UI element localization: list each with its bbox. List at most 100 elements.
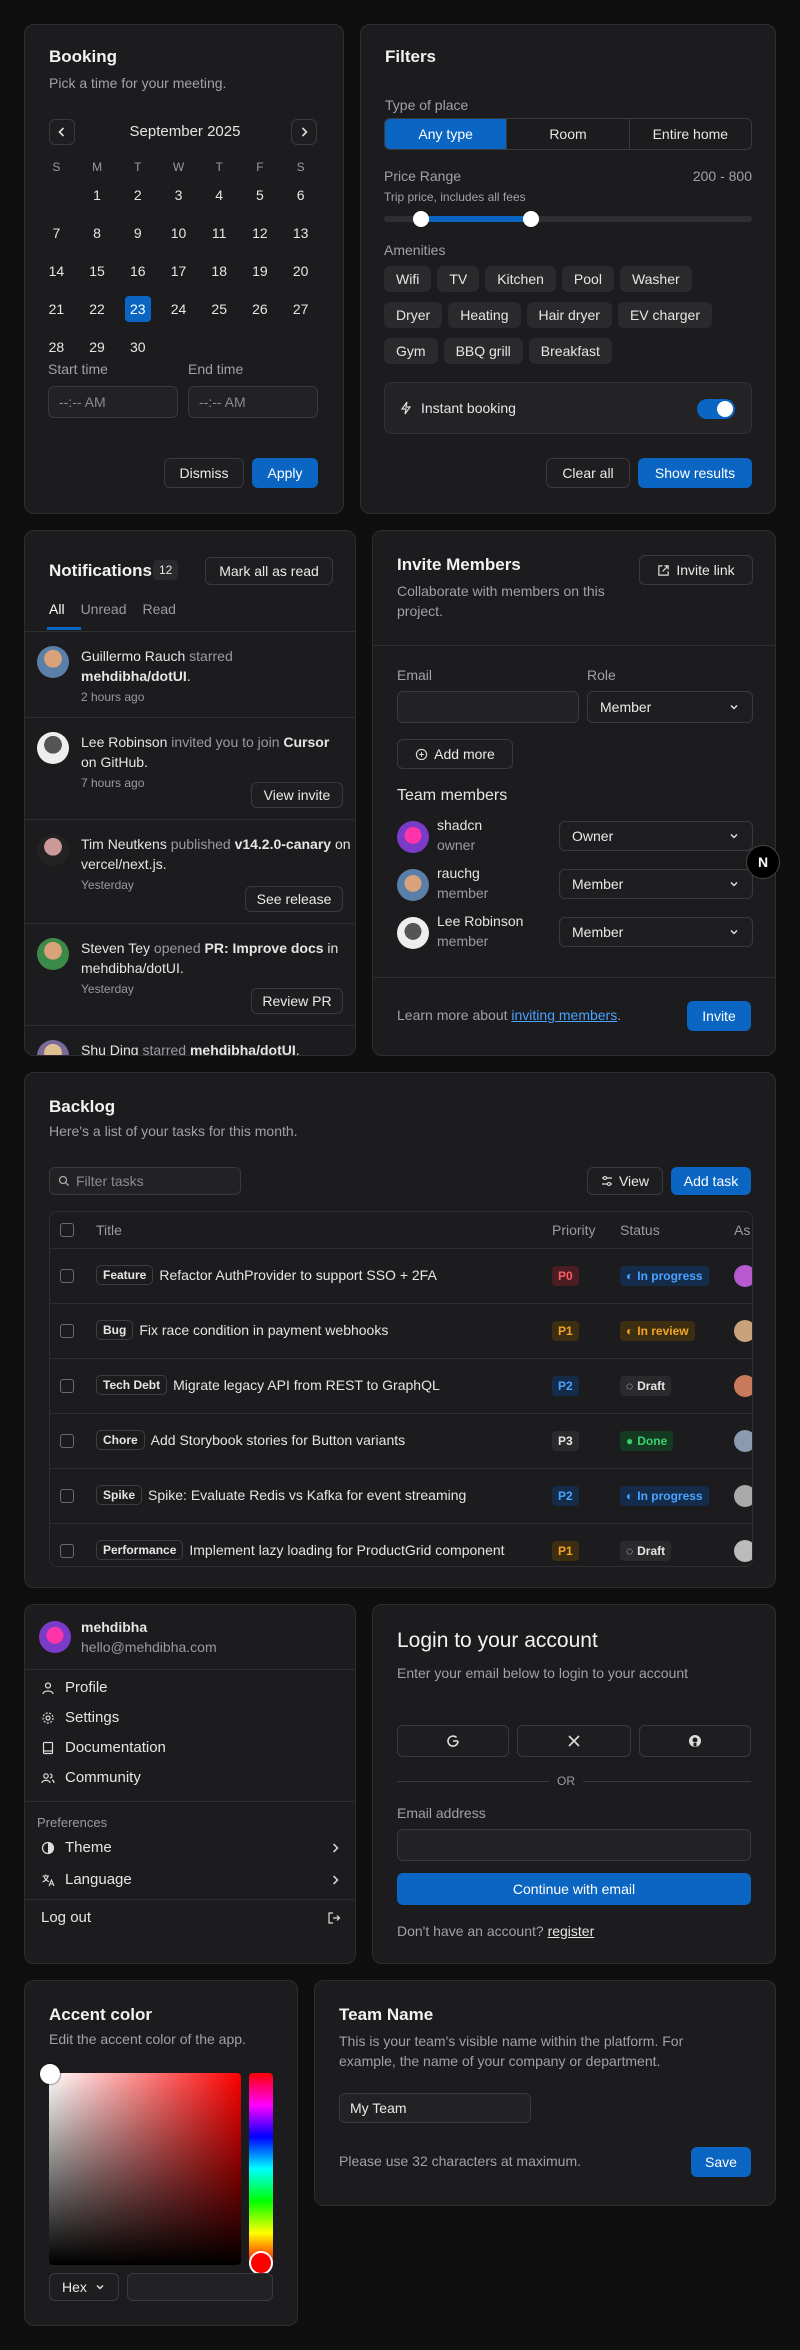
calendar-day-5[interactable]: 5 xyxy=(240,182,281,208)
continue-with-email-button[interactable]: Continue with email xyxy=(397,1873,751,1905)
start-time-input[interactable]: --:-- AM xyxy=(48,386,178,418)
amenity-chip-breakfast[interactable]: Breakfast xyxy=(528,338,612,364)
view-options-button[interactable]: View xyxy=(587,1167,663,1195)
login-email-input[interactable] xyxy=(397,1829,751,1861)
menu-profile[interactable]: Profile xyxy=(41,1679,108,1696)
amenity-chip-bbq-grill[interactable]: BBQ grill xyxy=(443,338,523,364)
calendar-day-18[interactable]: 18 xyxy=(199,258,240,284)
row-checkbox[interactable] xyxy=(60,1269,74,1283)
notification-item[interactable]: Guillermo Rauch starred mehdibha/dotUI. … xyxy=(25,631,355,717)
review-pr-button[interactable]: Review PR xyxy=(251,988,343,1014)
calendar-day-20[interactable]: 20 xyxy=(280,258,321,284)
member-role-select[interactable]: Owner xyxy=(559,821,753,851)
amenity-chip-kitchen[interactable]: Kitchen xyxy=(485,266,556,292)
calendar-day-13[interactable]: 13 xyxy=(280,220,321,246)
dismiss-button[interactable]: Dismiss xyxy=(164,458,244,488)
see-release-button[interactable]: See release xyxy=(245,886,343,912)
invite-email-input[interactable] xyxy=(397,691,579,723)
calendar-day-16[interactable]: 16 xyxy=(117,258,158,284)
calendar-day-28[interactable]: 28 xyxy=(36,334,77,360)
calendar-day-2[interactable]: 2 xyxy=(117,182,158,208)
select-all-checkbox[interactable] xyxy=(60,1223,74,1237)
member-role-select[interactable]: Member xyxy=(559,869,753,899)
menu-documentation[interactable]: Documentation xyxy=(41,1739,166,1756)
saturation-area[interactable] xyxy=(40,2064,241,2265)
row-checkbox[interactable] xyxy=(60,1489,74,1503)
type-option-room[interactable]: Room xyxy=(507,119,630,149)
amenity-chip-heating[interactable]: Heating xyxy=(448,302,521,328)
row-checkbox[interactable] xyxy=(60,1434,74,1448)
row-checkbox[interactable] xyxy=(60,1324,74,1338)
hue-handle[interactable] xyxy=(249,2251,273,2275)
instant-booking-toggle[interactable] xyxy=(697,399,735,419)
amenity-chip-washer[interactable]: Washer xyxy=(619,266,692,292)
table-row[interactable]: Chore Add Storybook stories for Button va… xyxy=(50,1413,752,1468)
amenity-chip-pool[interactable]: Pool xyxy=(561,266,614,292)
menu-logout[interactable]: Log out xyxy=(41,1909,341,1926)
next-month-button[interactable] xyxy=(291,119,317,145)
inviting-members-link[interactable]: inviting members xyxy=(511,1007,617,1023)
calendar-day-1[interactable]: 1 xyxy=(77,182,118,208)
calendar-day-7[interactable]: 7 xyxy=(36,220,77,246)
calendar-day-22[interactable]: 22 xyxy=(77,296,118,322)
calendar-day-12[interactable]: 12 xyxy=(240,220,281,246)
notification-item[interactable]: Steven Tey opened PR: Improve docs in me… xyxy=(25,923,355,1025)
amenity-chip-gym[interactable]: Gym xyxy=(384,338,438,364)
mark-all-read-button[interactable]: Mark all as read xyxy=(205,557,333,585)
table-row[interactable]: Bug Fix race condition in payment webhook… xyxy=(50,1303,752,1358)
register-link[interactable]: register xyxy=(548,1923,595,1939)
notification-item[interactable]: Shu Ding starred mehdibha/dotUI. xyxy=(25,1025,355,1055)
menu-theme[interactable]: Theme xyxy=(41,1839,341,1856)
calendar-day-9[interactable]: 9 xyxy=(117,220,158,246)
invite-role-select[interactable]: Member xyxy=(587,691,753,723)
clear-all-button[interactable]: Clear all xyxy=(546,458,630,488)
google-login-button[interactable] xyxy=(397,1725,509,1757)
table-row[interactable]: Tech Debt Migrate legacy API from REST to… xyxy=(50,1358,752,1413)
member-role-select[interactable]: Member xyxy=(559,917,753,947)
calendar-day-11[interactable]: 11 xyxy=(199,220,240,246)
amenity-chip-hair-dryer[interactable]: Hair dryer xyxy=(526,302,612,328)
invite-link-button[interactable]: Invite link xyxy=(639,555,753,585)
calendar-day-6[interactable]: 6 xyxy=(280,182,321,208)
calendar-day-10[interactable]: 10 xyxy=(158,220,199,246)
calendar-day-8[interactable]: 8 xyxy=(77,220,118,246)
menu-settings[interactable]: Settings xyxy=(41,1709,119,1726)
calendar-day-30[interactable]: 30 xyxy=(117,334,158,360)
menu-language[interactable]: Language xyxy=(41,1871,341,1888)
calendar-day-23[interactable]: 23 xyxy=(117,296,158,322)
tab-all[interactable]: All xyxy=(49,601,65,617)
type-option-any-type[interactable]: Any type xyxy=(385,119,508,149)
nextjs-badge-button[interactable]: N xyxy=(746,845,780,879)
calendar-day-24[interactable]: 24 xyxy=(158,296,199,322)
amenity-chip-tv[interactable]: TV xyxy=(437,266,480,292)
amenity-chip-ev-charger[interactable]: EV charger xyxy=(617,302,713,328)
menu-community[interactable]: Community xyxy=(41,1769,141,1786)
notification-item[interactable]: Lee Robinson invited you to join Cursor … xyxy=(25,717,355,819)
saturation-handle[interactable] xyxy=(40,2064,60,2084)
table-row[interactable]: Performance Implement lazy loading for Pr… xyxy=(50,1523,752,1566)
row-checkbox[interactable] xyxy=(60,1379,74,1393)
team-name-input[interactable]: My Team xyxy=(339,2093,531,2123)
color-value-input[interactable] xyxy=(127,2273,273,2301)
filter-tasks-input[interactable]: Filter tasks xyxy=(49,1167,241,1195)
add-more-button[interactable]: Add more xyxy=(397,739,513,769)
tab-read[interactable]: Read xyxy=(142,601,175,617)
calendar-day-26[interactable]: 26 xyxy=(240,296,281,322)
color-format-select[interactable]: Hex xyxy=(49,2273,119,2301)
view-invite-button[interactable]: View invite xyxy=(251,782,343,808)
row-checkbox[interactable] xyxy=(60,1544,74,1558)
table-row[interactable]: Feature Refactor AuthProvider to support … xyxy=(50,1248,752,1303)
price-min-handle[interactable] xyxy=(412,211,429,227)
show-results-button[interactable]: Show results xyxy=(638,458,752,488)
calendar-day-19[interactable]: 19 xyxy=(240,258,281,284)
calendar-day-25[interactable]: 25 xyxy=(199,296,240,322)
calendar-day-21[interactable]: 21 xyxy=(36,296,77,322)
add-task-button[interactable]: Add task xyxy=(671,1167,751,1195)
invite-button[interactable]: Invite xyxy=(687,1001,751,1031)
calendar-day-14[interactable]: 14 xyxy=(36,258,77,284)
save-button[interactable]: Save xyxy=(691,2147,751,2177)
github-login-button[interactable] xyxy=(639,1725,751,1757)
calendar-day-4[interactable]: 4 xyxy=(199,182,240,208)
calendar-day-3[interactable]: 3 xyxy=(158,182,199,208)
notification-item[interactable]: Tim Neutkens published v14.2.0-canary on… xyxy=(25,819,355,923)
